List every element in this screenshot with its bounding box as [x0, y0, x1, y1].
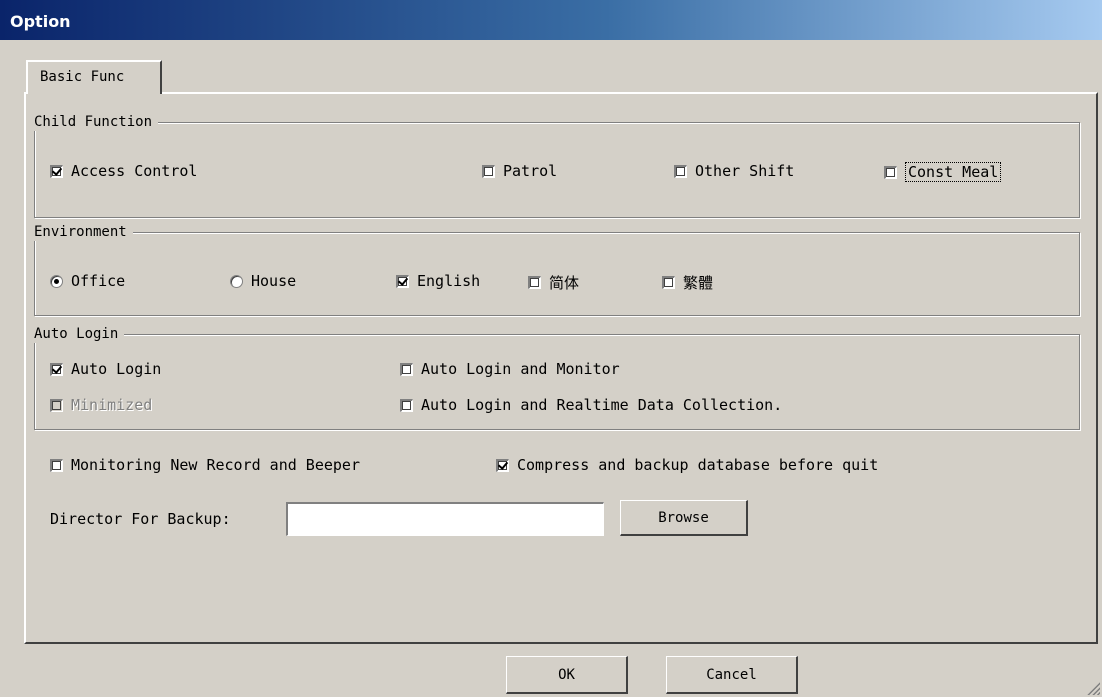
checkbox-label: 简体	[549, 274, 580, 292]
backup-directory-input[interactable]	[286, 502, 604, 536]
group-title-auto-login: Auto Login	[34, 325, 125, 343]
checkbox-label: English	[417, 272, 481, 290]
radio-house[interactable]: House	[230, 272, 296, 290]
checkbox-other-shift[interactable]: Other Shift	[674, 162, 794, 180]
radio-button[interactable]	[230, 274, 243, 288]
radio-button[interactable]	[50, 274, 63, 288]
checkbox-label: Access Control	[71, 162, 198, 180]
checkbox-const-meal[interactable]: Const Meal	[884, 162, 1002, 182]
check-box[interactable]	[482, 164, 495, 178]
checkbox-label: Auto Login	[71, 360, 162, 378]
checkbox-monitoring-beeper[interactable]: Monitoring New Record and Beeper	[50, 456, 360, 474]
checkbox-english[interactable]: English	[396, 272, 480, 290]
check-box[interactable]	[884, 165, 897, 179]
browse-button[interactable]: Browse	[620, 500, 748, 536]
check-box[interactable]	[400, 398, 413, 412]
checkbox-label: Compress and backup database before quit	[517, 456, 879, 474]
checkbox-label: Auto Login and Monitor	[421, 360, 620, 378]
auto-login-group: Auto Login	[34, 325, 1080, 430]
check-box[interactable]	[496, 458, 509, 472]
checkbox-access-control[interactable]: Access Control	[50, 162, 197, 180]
check-box	[50, 398, 63, 412]
checkbox-compress-backup[interactable]: Compress and backup database before quit	[496, 456, 878, 474]
group-title-child-function: Child Function	[34, 113, 159, 131]
radio-label: Office	[71, 272, 126, 290]
checkbox-traditional-chinese[interactable]: 繁體	[662, 272, 713, 293]
check-box[interactable]	[50, 164, 63, 178]
checkbox-label: Const Meal	[905, 162, 1002, 182]
check-box[interactable]	[50, 458, 63, 472]
checkbox-auto-login[interactable]: Auto Login	[50, 360, 161, 378]
group-title-environment: Environment	[34, 223, 133, 241]
check-box[interactable]	[662, 276, 675, 289]
checkbox-patrol[interactable]: Patrol	[482, 162, 557, 180]
radio-office[interactable]: Office	[50, 272, 125, 290]
check-box[interactable]	[674, 164, 687, 178]
checkbox-auto-login-realtime[interactable]: Auto Login and Realtime Data Collection.	[400, 396, 782, 414]
ok-button-label: OK	[558, 666, 575, 683]
check-box[interactable]	[528, 276, 541, 289]
checkbox-label: Other Shift	[695, 162, 795, 180]
cancel-button[interactable]: Cancel	[666, 656, 798, 694]
checkbox-auto-login-monitor[interactable]: Auto Login and Monitor	[400, 360, 620, 378]
checkbox-label: Monitoring New Record and Beeper	[71, 456, 360, 474]
browse-button-label: Browse	[658, 509, 709, 526]
tab-panel-basic-func: Child Function Access Control Patrol Oth…	[24, 92, 1098, 644]
checkbox-label: Patrol	[503, 162, 558, 180]
check-box[interactable]	[50, 362, 63, 376]
checkbox-label: 繁體	[683, 274, 714, 292]
checkbox-label: Auto Login and Realtime Data Collection.	[421, 396, 783, 414]
checkbox-minimized: Minimized	[50, 396, 152, 414]
tab-label: Basic Func	[40, 69, 125, 85]
check-box[interactable]	[400, 362, 413, 376]
ok-button[interactable]: OK	[506, 656, 628, 694]
backup-directory-label: Director For Backup:	[50, 510, 231, 528]
window-title: Option	[10, 12, 71, 31]
cancel-button-label: Cancel	[706, 666, 757, 683]
radio-label: House	[251, 272, 297, 290]
checkbox-simplified-chinese[interactable]: 简体	[528, 272, 579, 293]
resize-grip-icon[interactable]	[1086, 681, 1100, 695]
check-box[interactable]	[396, 274, 409, 288]
checkbox-label: Minimized	[71, 396, 153, 414]
tab-basic-func[interactable]: Basic Func	[26, 60, 162, 94]
title-bar[interactable]: Option	[0, 0, 1102, 40]
option-dialog: Option Basic Func Child Function Access …	[0, 0, 1102, 697]
